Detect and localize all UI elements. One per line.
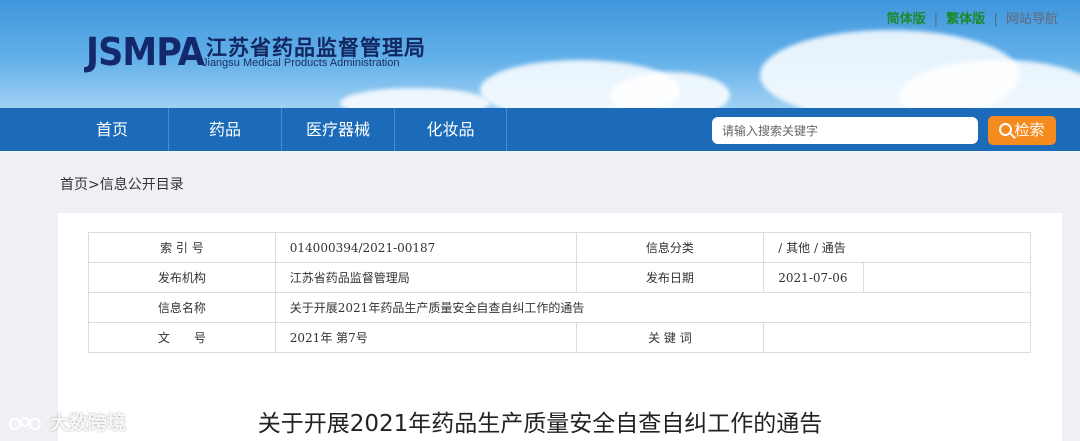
site-logo-subtitle: Jiangsu Medical Products Administration — [202, 57, 400, 69]
nav-item-medical-devices[interactable]: 医疗器械 — [282, 108, 395, 151]
watermark: 大数跨境 — [8, 408, 126, 435]
nav-item-home[interactable]: 首页 — [56, 108, 169, 151]
info-name-label: 信息名称 — [88, 292, 276, 323]
cloud-decoration — [340, 88, 490, 108]
keywords-value — [763, 322, 1031, 353]
empty-cell — [863, 262, 1031, 293]
publisher-label: 发布机构 — [88, 262, 276, 293]
site-header: JSMPA 江苏省药品监督管理局 Jiangsu Medical Product… — [0, 0, 1080, 108]
search-button-label: 检索 — [1014, 121, 1045, 139]
category-value: / 其他 / 通告 — [763, 232, 1031, 263]
publish-date-label: 发布日期 — [575, 262, 765, 293]
info-name-value: 关于开展2021年药品生产质量安全自查自纠工作的通告 — [274, 292, 1032, 323]
site-logo-mark[interactable]: JSMPA — [86, 30, 205, 74]
category-label: 信息分类 — [575, 232, 765, 263]
cloud-decoration — [610, 72, 730, 108]
breadcrumb[interactable]: 首页>信息公开目录 — [60, 174, 184, 194]
publish-date-value: 2021-07-06 — [763, 262, 865, 293]
search-input[interactable] — [712, 117, 978, 144]
table-row: 发布机构 江苏省药品监督管理局 发布日期 2021-07-06 — [88, 262, 1031, 293]
article-title: 关于开展2021年药品生产质量安全自查自纠工作的通告 — [257, 411, 823, 437]
nav-item-drugs[interactable]: 药品 — [169, 108, 282, 151]
link-separator: | — [993, 12, 998, 27]
link-separator: | — [933, 12, 939, 27]
nav-item-cosmetics[interactable]: 化妆品 — [395, 108, 507, 151]
traditional-link[interactable]: 繁体版 — [946, 12, 985, 27]
keywords-label: 关 键 词 — [575, 322, 765, 353]
info-meta-table: 索 引 号 014000394/2021-00187 信息分类 / 其他 / 通… — [88, 232, 1032, 353]
simplified-link[interactable]: 简体版 — [887, 12, 926, 27]
main-nav: 首页 药品 医疗器械 化妆品 检索 — [0, 108, 1080, 151]
search-button[interactable]: 检索 — [988, 116, 1056, 145]
table-row: 文 号 2021年 第7号 关 键 词 — [88, 322, 1031, 353]
table-row: 索 引 号 014000394/2021-00187 信息分类 / 其他 / 通… — [88, 232, 1031, 263]
site-nav-link[interactable]: 网站导航 — [1006, 12, 1058, 27]
watermark-text: 大数跨境 — [50, 412, 127, 434]
publisher-value: 江苏省药品监督管理局 — [274, 262, 577, 293]
index-number-label: 索 引 号 — [88, 232, 276, 263]
watermark-logo-icon — [8, 414, 44, 434]
doc-number-value: 2021年 第7号 — [274, 322, 577, 353]
index-number-value: 014000394/2021-00187 — [274, 232, 577, 263]
doc-number-label: 文 号 — [88, 322, 276, 353]
table-row: 信息名称 关于开展2021年药品生产质量安全自查自纠工作的通告 — [88, 292, 1032, 323]
top-links: 简体版 | 繁体版 | 网站导航 — [885, 8, 1060, 27]
search-icon — [999, 123, 1013, 136]
